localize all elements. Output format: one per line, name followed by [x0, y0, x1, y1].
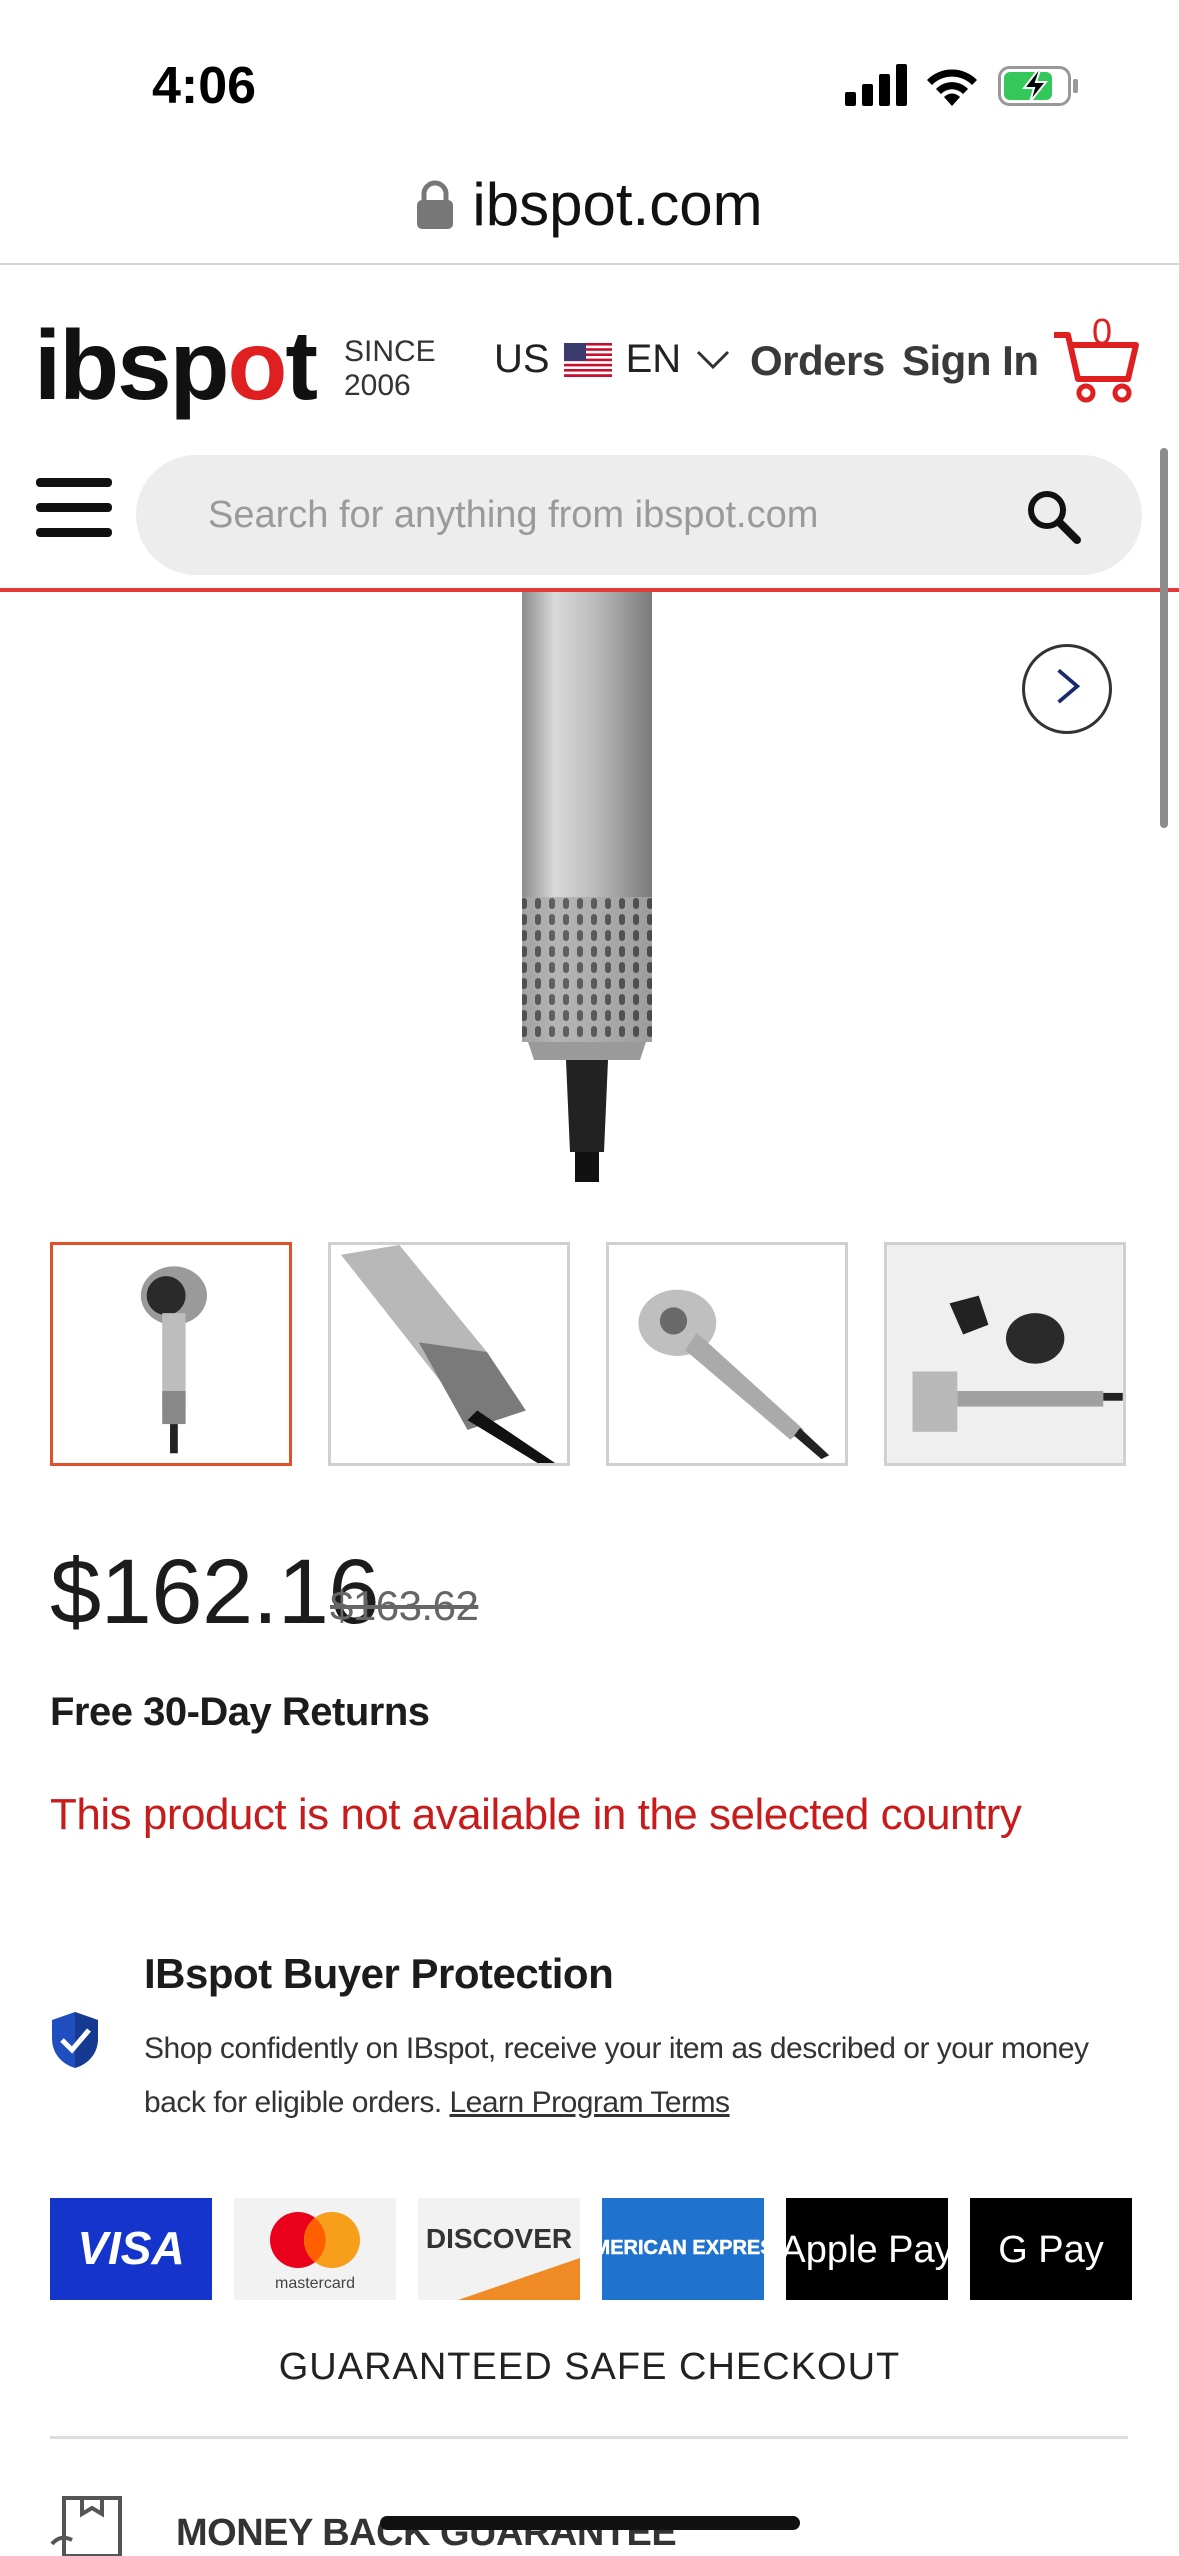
sign-in-link[interactable]: Sign In [902, 337, 1039, 385]
status-bar: 4:06 [0, 0, 1179, 150]
next-image-button[interactable] [1022, 644, 1112, 734]
google-pay-text: G Pay [998, 2229, 1104, 2271]
status-time: 4:06 [152, 57, 257, 115]
thumbnail-2[interactable] [328, 1242, 570, 1466]
thumbnail-4[interactable] [884, 1242, 1126, 1466]
apple-pay-logo: Apple Pay [786, 2198, 948, 2300]
us-flag-icon [563, 342, 612, 377]
browser-url-bar[interactable]: ibspot.com [0, 150, 1179, 265]
american-express-logo: AMERICAN EXPRESS [602, 2198, 764, 2300]
visa-text: VISA [77, 2222, 184, 2274]
logo-text-start: ibsp [34, 310, 229, 420]
discover-text: DISCOVER [426, 2223, 572, 2254]
site-header: ibspot SINCE 2006 US EN Orders Sign In 0 [0, 267, 1179, 447]
mastercard-logo: mastercard [234, 2198, 396, 2300]
section-divider [50, 2436, 1128, 2439]
search-input[interactable] [208, 455, 1028, 575]
box-return-icon [50, 2496, 122, 2556]
search-bar [136, 455, 1142, 575]
chevron-down-icon [697, 350, 730, 369]
returns-policy: Free 30-Day Returns [50, 1690, 430, 1734]
url-text: ibspot.com [472, 171, 763, 238]
since-label: SINCE 2006 [344, 335, 436, 403]
apple-pay-text: Apple Pay [786, 2229, 948, 2271]
payment-methods: VISA mastercard DISCOVER AMERICAN EXPRES… [50, 2198, 1132, 2300]
since-line2: 2006 [344, 369, 411, 402]
mastercard-text: mastercard [275, 2275, 355, 2292]
google-pay-logo: G Pay [970, 2198, 1132, 2300]
safe-checkout-label: GUARANTEED SAFE CHECKOUT [278, 2346, 901, 2388]
discover-logo: DISCOVER [418, 2198, 580, 2300]
product-main-image[interactable] [0, 592, 1179, 1192]
buyer-protection-text: Shop confidently on IBspot, receive your… [144, 2022, 1104, 2130]
logo-text-end: t [285, 310, 318, 420]
cart-count: 0 [1092, 311, 1113, 352]
thumbnail-1[interactable] [50, 1242, 292, 1466]
visa-logo: VISA [50, 2198, 212, 2300]
thumbnail-strip [50, 1242, 1126, 1466]
shield-check-icon [52, 2012, 98, 2068]
thumbnail-3[interactable] [606, 1242, 848, 1466]
battery-charging-icon [998, 66, 1078, 106]
language-code: EN [625, 337, 682, 381]
learn-program-terms-link[interactable]: Learn Program Terms [450, 2086, 731, 2119]
cellular-signal-icon [845, 64, 907, 106]
chevron-right-icon [1057, 668, 1081, 704]
ibspot-logo[interactable]: ibspot [34, 309, 318, 422]
since-line1: SINCE [344, 335, 436, 368]
home-indicator[interactable] [380, 2516, 800, 2530]
amex-text: AMERICAN EXPRESS [602, 2237, 764, 2259]
search-icon[interactable] [1024, 487, 1082, 545]
availability-warning: This product is not available in the sel… [50, 1790, 1022, 1839]
orders-link[interactable]: Orders [750, 337, 885, 385]
product-old-price: $163.62 [330, 1582, 479, 1629]
logo-text-o: o [227, 310, 287, 420]
wifi-icon [927, 69, 977, 106]
buyer-protection-title: IBspot Buyer Protection [144, 1950, 614, 1997]
region-language-selector[interactable]: US EN [494, 337, 731, 382]
hamburger-menu-icon[interactable] [36, 476, 112, 540]
country-code: US [494, 337, 550, 381]
lock-icon [417, 180, 454, 229]
